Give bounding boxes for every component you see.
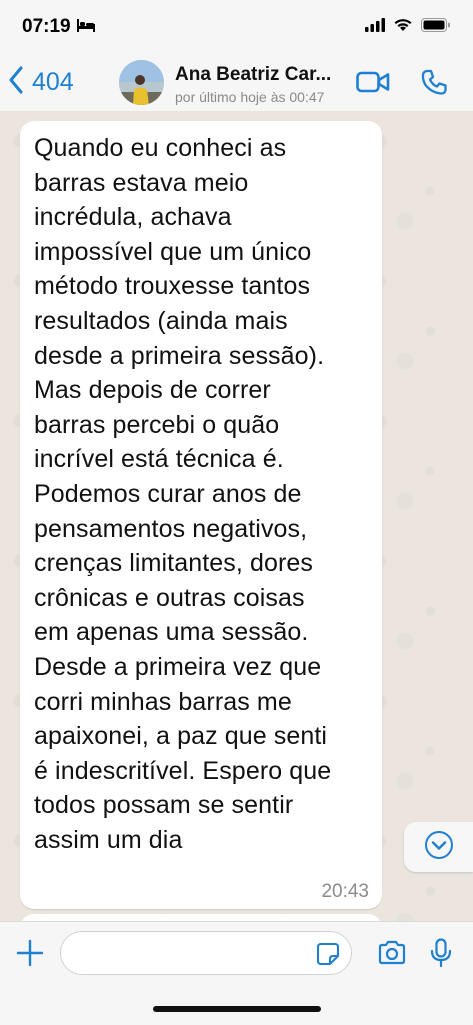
home-indicator bbox=[153, 1006, 321, 1012]
scroll-to-bottom-button[interactable] bbox=[404, 822, 473, 872]
camera-icon[interactable] bbox=[377, 940, 407, 971]
chat-area[interactable]: Quando eu conheci as barras estava meio … bbox=[0, 111, 473, 921]
message-timestamp: 20:43 bbox=[321, 881, 369, 902]
message-bubble[interactable]: Quando eu conheci as barras estava meio … bbox=[20, 121, 382, 909]
message-text: Quando eu conheci as barras estava meio … bbox=[34, 134, 332, 854]
message-input-bar bbox=[0, 921, 473, 1025]
avatar[interactable] bbox=[119, 60, 164, 105]
sticker-icon[interactable] bbox=[316, 942, 340, 971]
battery-icon bbox=[421, 18, 451, 37]
contact-last-seen: por último hoje às 00:47 bbox=[175, 89, 325, 105]
chat-header: 404 Ana Beatriz Car... por último hoje à… bbox=[0, 56, 473, 112]
status-bar: 07:19 bbox=[0, 0, 473, 56]
microphone-icon[interactable] bbox=[430, 938, 452, 973]
chevron-left-icon bbox=[8, 66, 24, 99]
chevron-down-circle-icon bbox=[424, 830, 454, 865]
status-time: 07:19 bbox=[22, 16, 71, 37]
phone-icon[interactable] bbox=[420, 68, 448, 101]
back-button[interactable]: 404 bbox=[8, 62, 74, 102]
plus-icon[interactable] bbox=[16, 939, 44, 972]
unread-count: 404 bbox=[32, 67, 74, 96]
bed-icon bbox=[77, 19, 95, 37]
wifi-icon bbox=[393, 18, 413, 37]
signal-icon bbox=[365, 18, 385, 37]
message-input[interactable] bbox=[60, 931, 352, 975]
contact-name[interactable]: Ana Beatriz Car... bbox=[175, 64, 350, 86]
next-message-bubble[interactable] bbox=[20, 914, 382, 921]
status-indicators bbox=[365, 18, 451, 37]
video-call-icon[interactable] bbox=[356, 70, 390, 99]
